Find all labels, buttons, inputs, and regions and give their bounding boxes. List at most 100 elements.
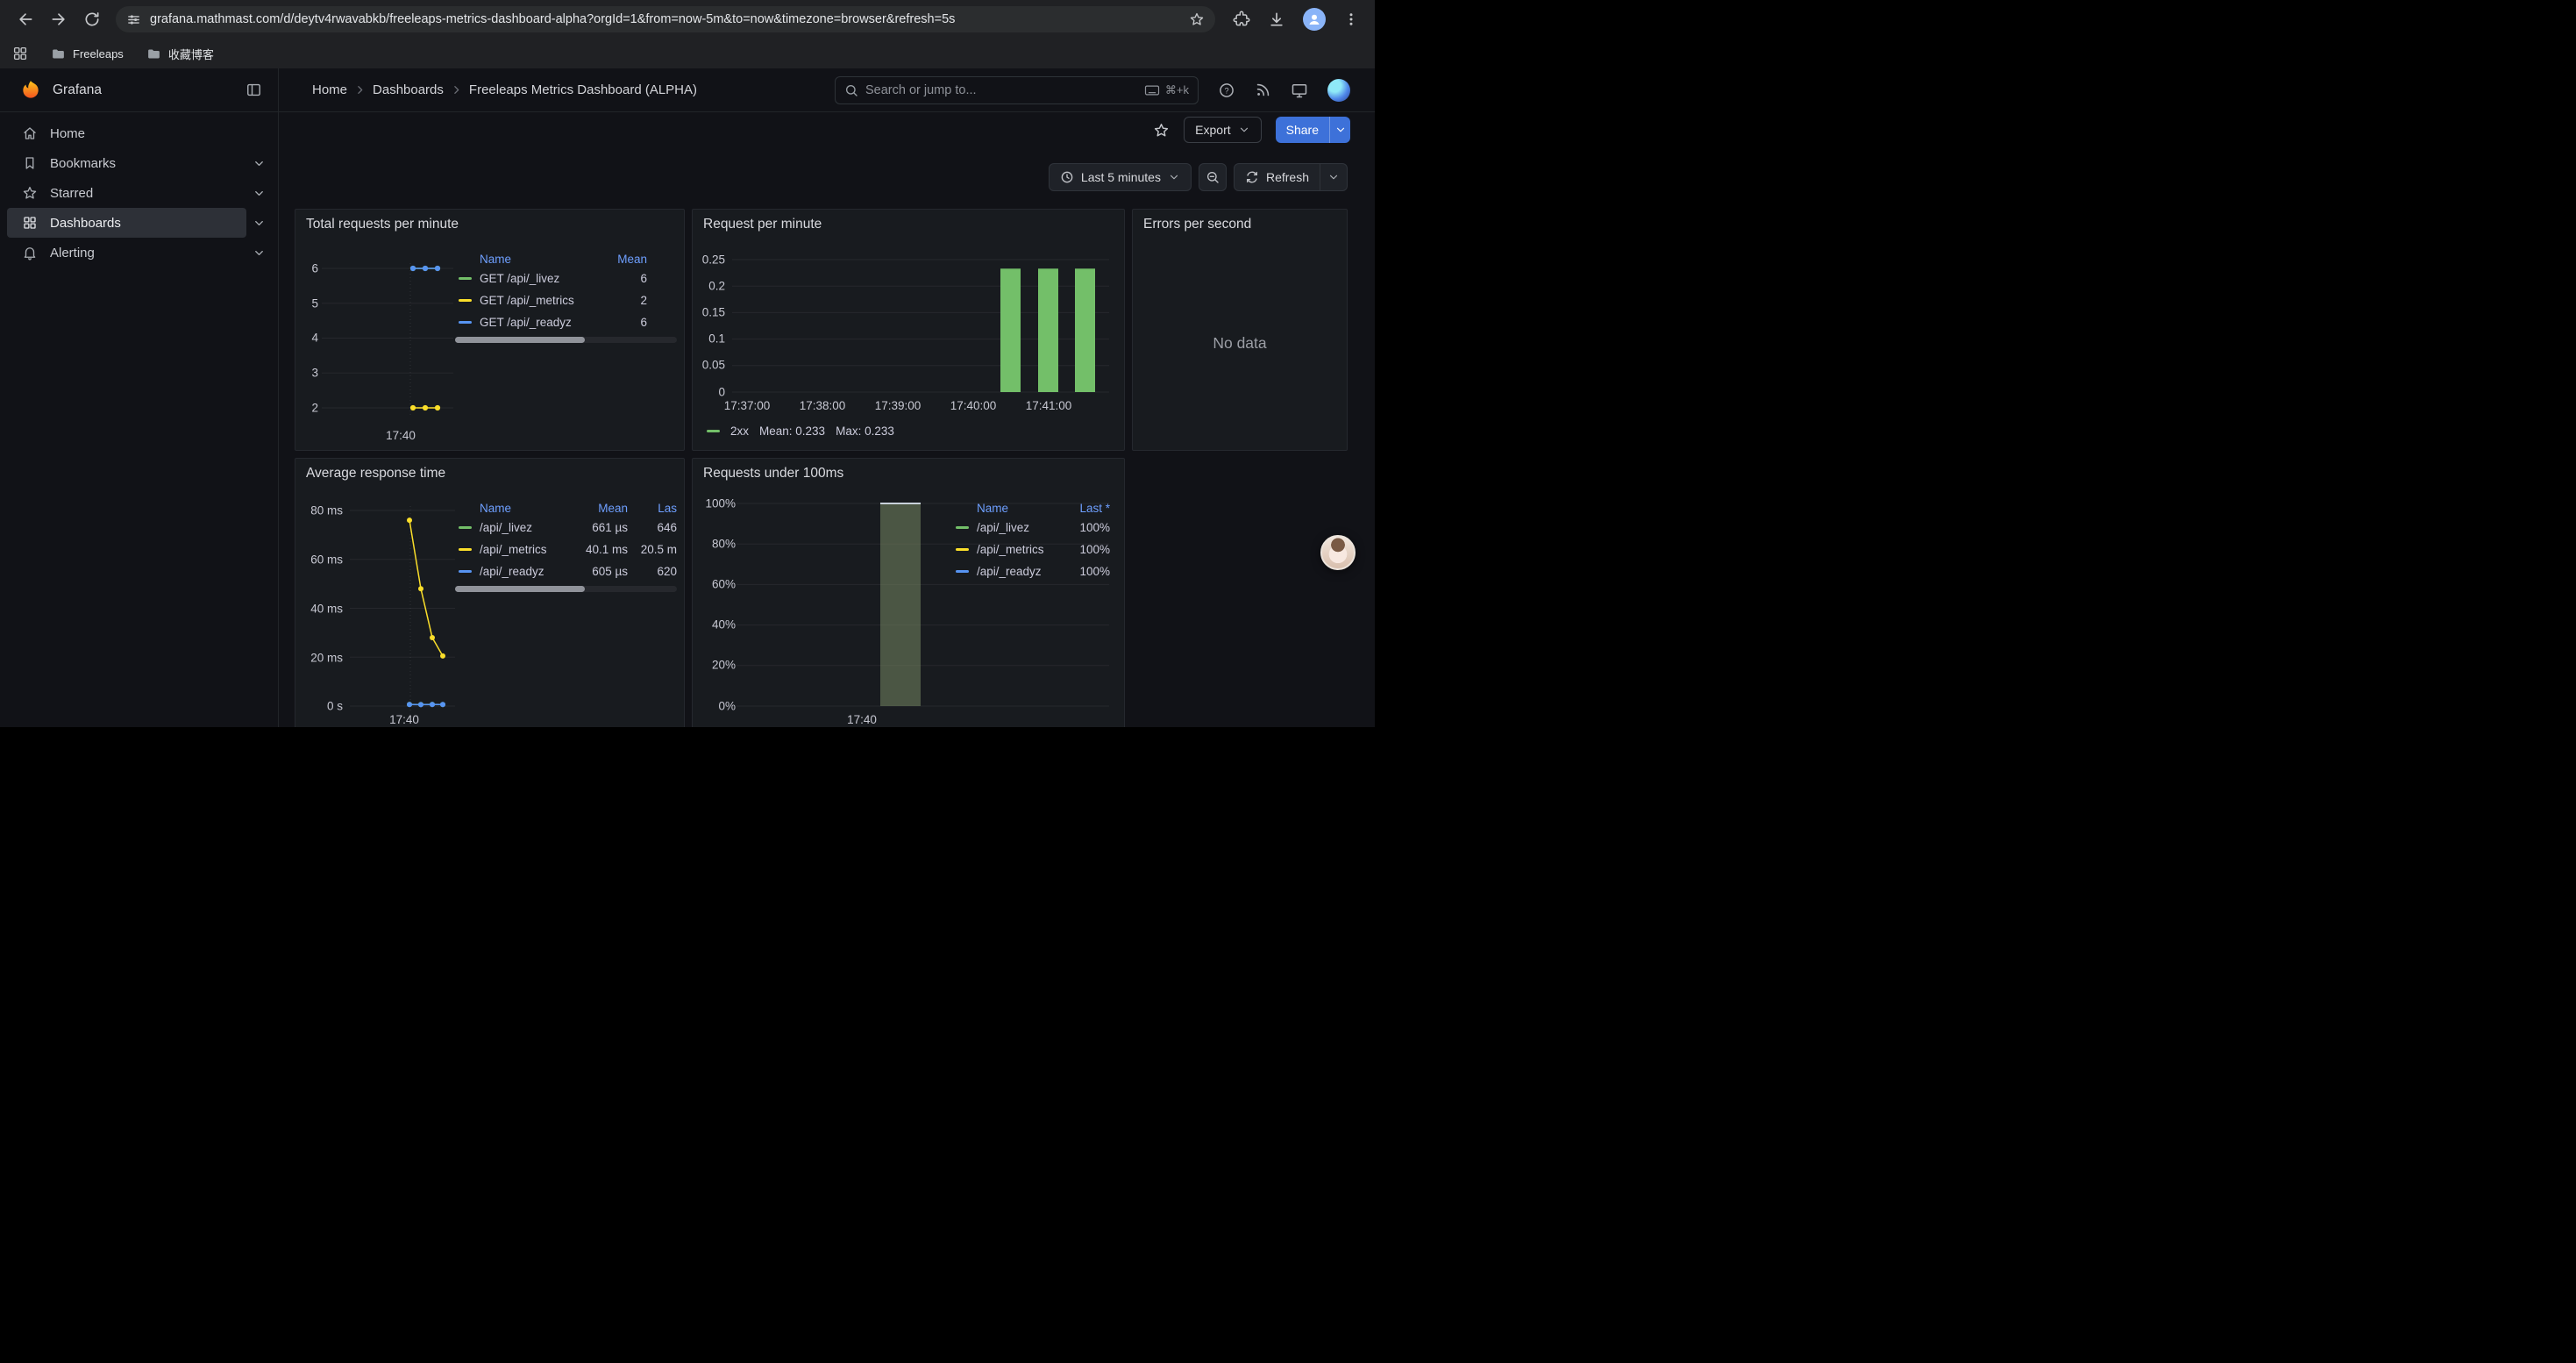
dashboard-actions: Export Share (279, 112, 1375, 147)
browser-profile-avatar[interactable] (1303, 8, 1326, 31)
back-button[interactable] (11, 4, 40, 34)
topnav-icons: ? (1218, 79, 1350, 102)
series-mean: 40.1 ms (573, 543, 628, 556)
reload-button[interactable] (77, 4, 107, 34)
forward-button[interactable] (44, 4, 74, 34)
chevron-down-icon[interactable] (246, 217, 271, 230)
panel-errors-per-second: Errors per second No data (1132, 209, 1348, 451)
series-name[interactable]: /api/_metrics (977, 543, 1061, 556)
avg-response-plot (350, 502, 455, 721)
search-input[interactable]: Search or jump to... ⌘+k (835, 76, 1199, 104)
series-name[interactable]: /api/_metrics (480, 543, 573, 556)
sidebar-item-starred: Starred (7, 178, 271, 208)
sidebar-item-alerting: Alerting (7, 238, 271, 268)
legend-col-mean[interactable]: Mean (573, 502, 628, 515)
chevron-down-icon[interactable] (246, 157, 271, 170)
bookmark-star-icon[interactable] (1189, 11, 1205, 27)
y-axis: 80 ms 60 ms 40 ms 20 ms 0 s (295, 459, 343, 727)
legend-col-last[interactable]: Last * (1061, 502, 1110, 515)
series-name[interactable]: GET /api/_livez (480, 272, 601, 285)
series-name[interactable]: /api/_livez (480, 521, 573, 534)
back-arrow-icon (17, 11, 34, 28)
series-max: Max: 0.233 (836, 425, 894, 438)
refresh-interval-button[interactable] (1320, 164, 1347, 190)
export-button[interactable]: Export (1184, 117, 1261, 143)
time-range-picker[interactable]: Last 5 minutes (1049, 163, 1192, 191)
top-navigation: Home Dashboards Freeleaps Metrics Dashbo… (279, 68, 1375, 112)
legend: 2xx Mean: 0.233 Max: 0.233 (707, 425, 894, 438)
series-name[interactable]: 2xx (730, 425, 749, 438)
series-name[interactable]: GET /api/_metrics (480, 294, 601, 307)
apps-grid-icon[interactable] (12, 46, 28, 61)
legend-col-last[interactable]: Las (628, 502, 677, 515)
legend-scrollbar[interactable] (455, 586, 677, 592)
refresh-icon (1245, 170, 1259, 184)
chevron-down-icon[interactable] (246, 187, 271, 200)
chevron-down-icon (1334, 124, 1347, 136)
series-color-icon (459, 299, 472, 302)
series-color-icon (956, 548, 969, 551)
search-shortcut: ⌘+k (1144, 83, 1189, 97)
floating-avatar[interactable] (1320, 535, 1356, 570)
monitor-icon[interactable] (1291, 82, 1308, 99)
downloads-icon[interactable] (1268, 11, 1285, 28)
legend-col-name[interactable]: Name (455, 502, 573, 515)
series-mean: 605 µs (573, 565, 628, 578)
zoom-out-icon (1206, 170, 1220, 184)
favorite-star-icon[interactable] (1153, 122, 1170, 139)
legend-col-mean[interactable]: Mean (601, 253, 647, 266)
scrollbar-thumb[interactable] (455, 586, 585, 592)
extensions-icon[interactable] (1233, 11, 1250, 28)
x-axis-label: 17:40 (389, 713, 419, 726)
bookmark-icon (22, 155, 38, 171)
time-controls: Last 5 minutes Refresh (1049, 163, 1348, 191)
breadcrumb: Home Dashboards Freeleaps Metrics Dashbo… (312, 82, 697, 97)
series-color-icon (707, 430, 720, 432)
bookmark-folder-blogs[interactable]: 收藏博客 (146, 46, 214, 62)
series-name[interactable]: /api/_readyz (480, 565, 573, 578)
profile-avatar[interactable] (1327, 79, 1350, 102)
rss-icon[interactable] (1255, 82, 1271, 98)
site-info-icon[interactable] (126, 12, 141, 27)
legend-row: GET /api/_livez 6 (455, 268, 677, 289)
breadcrumb-dashboards[interactable]: Dashboards (373, 82, 444, 97)
series-color-icon (956, 526, 969, 529)
breadcrumb-home[interactable]: Home (312, 82, 347, 97)
series-last: 100% (1061, 565, 1110, 578)
reload-icon (83, 11, 101, 28)
series-name[interactable]: GET /api/_readyz (480, 316, 601, 329)
legend-col-name[interactable]: Name (455, 253, 601, 266)
legend-scrollbar[interactable] (455, 337, 677, 343)
chevron-down-icon[interactable] (246, 246, 271, 260)
refresh-button[interactable]: Refresh (1235, 164, 1320, 190)
bookmark-folder-freeleaps[interactable]: Freeleaps (51, 46, 124, 61)
requests-per-minute-plot (732, 255, 1109, 396)
y-axis: 0.25 0.2 0.15 0.1 0.05 0 (693, 210, 725, 450)
help-icon[interactable]: ? (1218, 82, 1235, 99)
share-menu-button[interactable] (1329, 117, 1350, 143)
series-color-icon (459, 277, 472, 280)
series-color-icon (459, 548, 472, 551)
series-mean: Mean: 0.233 (759, 425, 825, 438)
breadcrumb-current[interactable]: Freeleaps Metrics Dashboard (ALPHA) (469, 82, 697, 97)
dock-menu-icon[interactable] (246, 82, 262, 98)
series-name[interactable]: /api/_readyz (977, 565, 1061, 578)
main-area: Home Dashboards Freeleaps Metrics Dashbo… (279, 68, 1375, 727)
svg-text:?: ? (1224, 86, 1228, 95)
zoom-out-button[interactable] (1199, 163, 1227, 191)
browser-menu-icon[interactable] (1343, 11, 1359, 27)
scrollbar-thumb[interactable] (455, 337, 585, 343)
forward-arrow-icon (50, 11, 68, 28)
sidebar-menu: Home Bookmarks Starred (0, 112, 278, 268)
panel-title[interactable]: Total requests per minute (306, 217, 459, 232)
grafana-logo[interactable] (19, 79, 42, 102)
share-button[interactable]: Share (1276, 117, 1329, 143)
url-bar[interactable]: grafana.mathmast.com/d/deytv4rwavabkb/fr… (116, 6, 1215, 32)
url-text[interactable]: grafana.mathmast.com/d/deytv4rwavabkb/fr… (150, 12, 1180, 26)
x-axis-label: 17:40 (847, 713, 877, 726)
search-icon (844, 83, 858, 97)
legend-col-name[interactable]: Name (952, 502, 1061, 515)
chevron-down-icon (1238, 124, 1250, 136)
series-name[interactable]: /api/_livez (977, 521, 1061, 534)
clock-icon (1060, 170, 1074, 184)
